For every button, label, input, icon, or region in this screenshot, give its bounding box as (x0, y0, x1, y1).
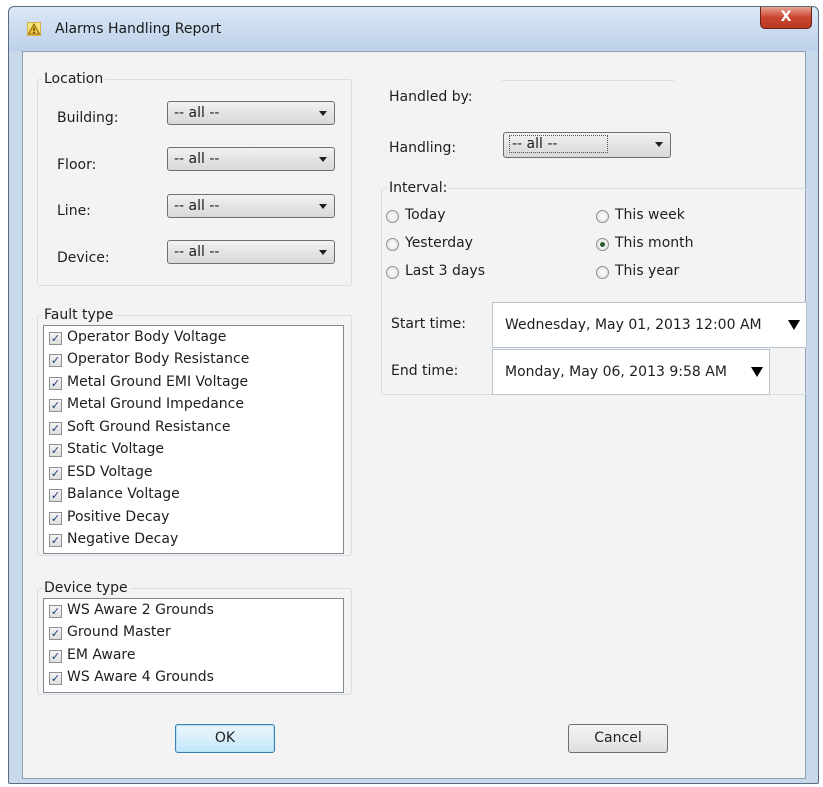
ok-button[interactable]: OK (175, 724, 275, 753)
handled-by-label: Handled by: (389, 89, 473, 105)
close-button[interactable]: X (760, 7, 812, 29)
checkbox[interactable]: ✓ (49, 534, 62, 547)
floor-combobox-value: -- all -- (174, 151, 220, 167)
dialog-client-area: Location Building: -- all -- Floor: -- a… (22, 51, 807, 779)
radio-button (386, 238, 399, 251)
device-type-legend: Device type (42, 580, 130, 596)
fault-type-group: Fault type ✓ Operator Body Voltage ✓ Opera… (37, 307, 352, 556)
fault-type-item-label: Balance Voltage (67, 486, 180, 502)
dialog-window: Alarms Handling Report X Location Buildi… (8, 6, 819, 784)
fault-type-item-label: ESD Voltage (67, 464, 153, 480)
device-type-item-label: Ground Master (67, 624, 171, 640)
start-time-picker[interactable]: Wednesday, May 01, 2013 12:00 AM (492, 302, 807, 348)
checkbox[interactable]: ✓ (49, 332, 62, 345)
interval-group: Interval: Today Yesterday Last 3 days Th… (381, 180, 807, 395)
radio-this-week-label: This week (615, 207, 685, 223)
end-time-label: End time: (391, 363, 459, 379)
handling-combobox-value: -- all -- (508, 135, 609, 153)
radio-button-selected (596, 238, 609, 251)
handling-combobox[interactable]: -- all -- (503, 132, 671, 158)
radio-button (386, 266, 399, 279)
radio-last-3-days-label: Last 3 days (405, 263, 486, 279)
fault-type-item-label: Operator Body Resistance (67, 351, 250, 367)
radio-this-year-label: This year (615, 263, 680, 279)
device-type-list[interactable]: ✓ WS Aware 2 Grounds ✓ Ground Master ✓ EM A… (43, 598, 344, 693)
radio-this-month-label: This month (615, 235, 694, 251)
building-combobox-value: -- all -- (174, 105, 220, 121)
end-time-picker[interactable]: Monday, May 06, 2013 9:58 AM (492, 349, 770, 395)
building-combobox[interactable]: -- all -- (167, 101, 335, 125)
line-combobox-value: -- all -- (174, 198, 220, 214)
chevron-down-icon (319, 157, 327, 162)
title-bar[interactable]: Alarms Handling Report X (9, 7, 818, 51)
device-type-item-label: EM Aware (67, 647, 136, 663)
fault-type-list[interactable]: ✓ Operator Body Voltage ✓ Operator Body Re… (43, 325, 344, 554)
radio-today-label: Today (405, 207, 446, 223)
fault-type-item-label: Metal Ground Impedance (67, 396, 244, 412)
end-time-value: Monday, May 06, 2013 9:58 AM (505, 364, 727, 380)
checkbox[interactable]: ✓ (49, 489, 62, 502)
device-type-item-label: WS Aware 2 Grounds (67, 602, 214, 618)
location-group: Location Building: -- all -- Floor: -- a… (37, 71, 352, 286)
device-combobox-value: -- all -- (174, 244, 220, 260)
checkbox[interactable]: ✓ (49, 605, 62, 618)
building-label: Building: (57, 110, 119, 126)
checkbox[interactable]: ✓ (49, 512, 62, 525)
fault-type-item-label: Static Voltage (67, 441, 164, 457)
checkbox[interactable]: ✓ (49, 467, 62, 480)
checkbox[interactable]: ✓ (49, 354, 62, 367)
radio-button (386, 210, 399, 223)
chevron-down-icon (319, 204, 327, 209)
checkbox[interactable]: ✓ (49, 627, 62, 640)
fault-type-item-label: Metal Ground EMI Voltage (67, 374, 249, 390)
line-combobox[interactable]: -- all -- (167, 194, 335, 218)
window-title: Alarms Handling Report (55, 21, 222, 37)
floor-combobox[interactable]: -- all -- (167, 147, 335, 171)
handling-label: Handling: (389, 140, 457, 156)
fault-type-item-label: Soft Ground Resistance (67, 419, 231, 435)
dropdown-arrow-icon[interactable] (751, 367, 763, 377)
fault-type-legend: Fault type (42, 307, 116, 323)
checkbox[interactable]: ✓ (49, 444, 62, 457)
chevron-down-icon (655, 142, 663, 147)
checkbox[interactable]: ✓ (49, 672, 62, 685)
cancel-button[interactable]: Cancel (568, 724, 668, 753)
chevron-down-icon (319, 250, 327, 255)
chevron-down-icon (319, 111, 327, 116)
fault-type-item-label: Negative Decay (67, 531, 179, 547)
checkbox[interactable]: ✓ (49, 422, 62, 435)
location-legend: Location (42, 71, 106, 87)
start-time-label: Start time: (391, 316, 466, 332)
fault-type-item-label: Operator Body Voltage (67, 329, 227, 345)
handled-by-field[interactable] (502, 80, 674, 81)
floor-label: Floor: (57, 157, 97, 173)
device-type-group: Device type ✓ WS Aware 2 Grounds ✓ Ground … (37, 580, 352, 695)
interval-legend: Interval: (387, 180, 450, 196)
dropdown-arrow-icon[interactable] (788, 320, 800, 330)
line-label: Line: (57, 203, 91, 219)
radio-yesterday-label: Yesterday (405, 235, 473, 251)
checkbox[interactable]: ✓ (49, 399, 62, 412)
radio-button (596, 210, 609, 223)
warning-icon (27, 22, 41, 36)
start-time-value: Wednesday, May 01, 2013 12:00 AM (505, 317, 762, 333)
device-label: Device: (57, 250, 110, 266)
radio-button (596, 266, 609, 279)
device-combobox[interactable]: -- all -- (167, 240, 335, 264)
checkbox[interactable]: ✓ (49, 650, 62, 663)
device-type-item-label: WS Aware 4 Grounds (67, 669, 214, 685)
fault-type-item-label: Positive Decay (67, 509, 170, 525)
checkbox[interactable]: ✓ (49, 377, 62, 390)
